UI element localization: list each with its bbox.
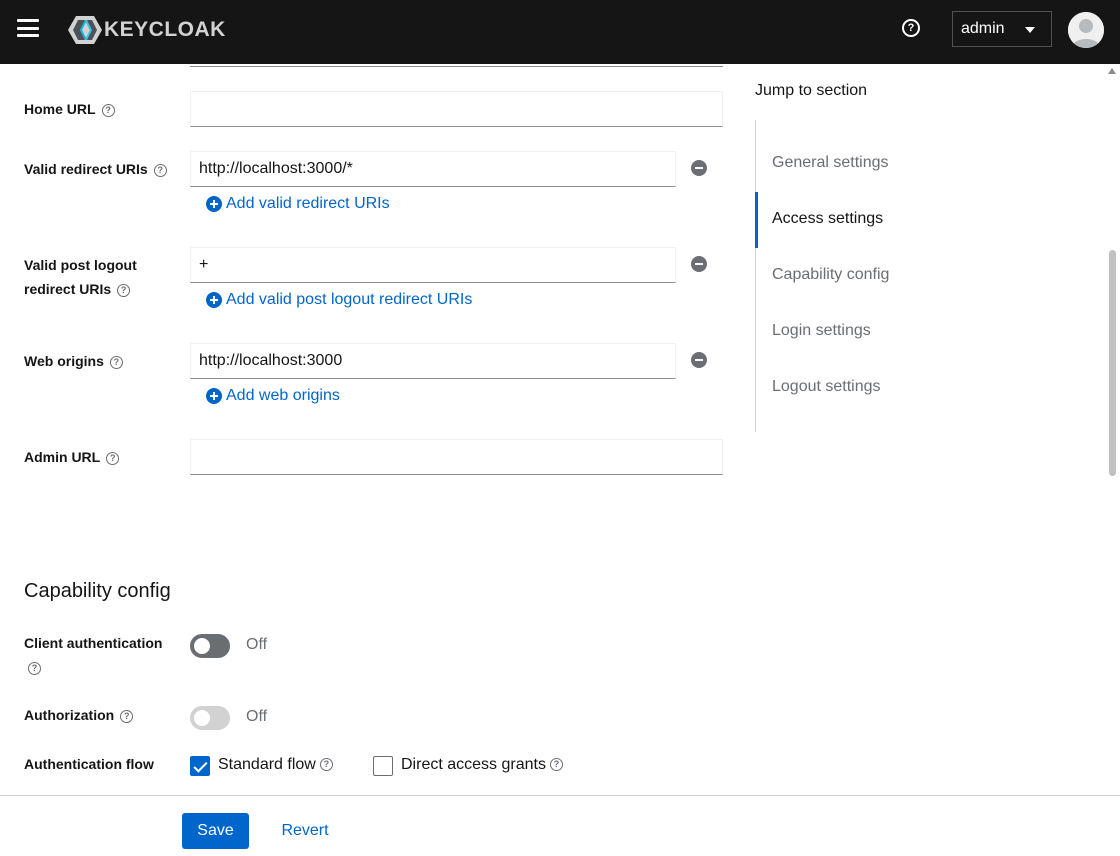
authorization-label: Authorization? — [24, 703, 134, 727]
help-icon[interactable]: ? — [319, 758, 333, 772]
valid-post-logout-label-2: redirect URIs? — [24, 277, 131, 301]
home-url-input[interactable] — [190, 91, 723, 127]
help-icon[interactable]: ? — [153, 163, 167, 177]
add-web-origins-link[interactable]: Add web origins — [206, 387, 340, 405]
web-origins-label: Web origins? — [24, 349, 123, 373]
web-origins-input[interactable] — [190, 343, 676, 379]
authorization-label-text: Authorization — [24, 707, 115, 723]
user-dropdown[interactable]: admin — [952, 11, 1052, 47]
valid-post-logout-label-line2: redirect URIs — [24, 281, 112, 297]
authentication-flow-label-text: Authentication flow — [24, 756, 154, 772]
valid-redirect-uris-label: Valid redirect URIs? — [24, 157, 167, 181]
help-icon[interactable]: ? — [117, 283, 131, 297]
direct-access-grants-checkbox[interactable] — [373, 756, 393, 776]
add-web-origins-text: Add web origins — [226, 387, 340, 404]
remove-circle-icon[interactable] — [691, 352, 707, 368]
add-circle-icon — [206, 292, 222, 308]
home-url-label: Home URL? — [24, 97, 115, 121]
user-avatar-icon — [1068, 12, 1104, 48]
valid-post-logout-label: Valid post logout — [24, 253, 137, 277]
revert-button[interactable]: Revert — [266, 813, 344, 849]
caret-down-icon — [1025, 27, 1035, 33]
authentication-flow-label: Authentication flow — [24, 752, 154, 776]
add-circle-icon — [206, 196, 222, 212]
remove-circle-icon[interactable] — [691, 160, 707, 176]
help-icon[interactable]: ? — [549, 758, 563, 772]
direct-access-grants-text: Direct access grants — [401, 756, 546, 773]
add-circle-icon — [206, 388, 222, 404]
valid-post-logout-label-line1: Valid post logout — [24, 257, 137, 273]
admin-url-label-text: Admin URL — [24, 449, 101, 465]
scrollbar-thumb[interactable] — [1109, 250, 1116, 476]
keycloak-logo[interactable]: KEYCLOAK — [68, 15, 226, 45]
scroll-up-arrow-icon[interactable] — [1108, 68, 1116, 74]
admin-url-label: Admin URL? — [24, 445, 120, 469]
jump-item-logout-settings[interactable]: Logout settings — [772, 378, 881, 396]
keycloak-logo-icon — [68, 16, 102, 44]
valid-redirect-uris-label-text: Valid redirect URIs — [24, 161, 148, 177]
help-icon[interactable]: ? — [101, 103, 115, 117]
valid-redirect-uri-input[interactable] — [190, 151, 676, 187]
web-origins-label-text: Web origins — [24, 353, 104, 369]
authorization-state: Off — [246, 708, 268, 725]
brand-text: KEYCLOAK — [104, 18, 226, 41]
add-post-logout-uris-text: Add valid post logout redirect URIs — [226, 291, 473, 308]
client-authentication-toggle[interactable] — [190, 634, 230, 658]
jump-to-section-title: Jump to section — [755, 82, 868, 99]
form-footer: Save Revert — [0, 795, 1120, 856]
remove-circle-icon[interactable] — [691, 256, 707, 272]
standard-flow-checkbox[interactable] — [190, 756, 210, 776]
client-authentication-label: Client authentication — [24, 631, 162, 655]
jump-item-login-settings[interactable]: Login settings — [772, 322, 871, 340]
hamburger-icon[interactable] — [17, 19, 39, 37]
help-icon[interactable]: ? — [120, 709, 134, 723]
home-url-label-text: Home URL — [24, 101, 96, 117]
help-icon[interactable]: ? — [28, 662, 41, 675]
previous-field-input[interactable] — [190, 64, 723, 67]
help-icon[interactable]: ? — [106, 451, 120, 465]
save-button[interactable]: Save — [182, 813, 249, 849]
jump-item-access-settings[interactable]: Access settings — [772, 210, 883, 228]
jump-item-capability-config[interactable]: Capability config — [772, 266, 889, 284]
jump-item-general-settings[interactable]: General settings — [772, 154, 889, 172]
jump-nav-track — [755, 120, 756, 432]
capability-config-title: Capability config — [24, 580, 171, 602]
standard-flow-label: Standard flow? — [218, 756, 333, 774]
client-authentication-state: Off — [246, 636, 268, 653]
add-valid-redirect-uris-link[interactable]: Add valid redirect URIs — [206, 195, 390, 213]
masthead: KEYCLOAK ? admin — [0, 0, 1120, 64]
add-valid-redirect-uris-text: Add valid redirect URIs — [226, 195, 390, 212]
add-post-logout-uris-link[interactable]: Add valid post logout redirect URIs — [206, 291, 472, 309]
valid-post-logout-input[interactable] — [190, 247, 676, 283]
help-icon[interactable]: ? — [109, 355, 123, 369]
client-authentication-label-text: Client authentication — [24, 635, 163, 651]
help-icon[interactable]: ? — [902, 19, 920, 37]
jump-nav-active-indicator — [755, 192, 758, 248]
page-scrollbar[interactable] — [1104, 64, 1120, 796]
user-dropdown-label: admin — [961, 20, 1005, 37]
direct-access-grants-label: Direct access grants? — [401, 756, 563, 774]
avatar[interactable] — [1068, 12, 1104, 48]
authorization-toggle[interactable] — [190, 706, 230, 730]
admin-url-input[interactable] — [190, 439, 723, 475]
standard-flow-text: Standard flow — [218, 756, 316, 773]
